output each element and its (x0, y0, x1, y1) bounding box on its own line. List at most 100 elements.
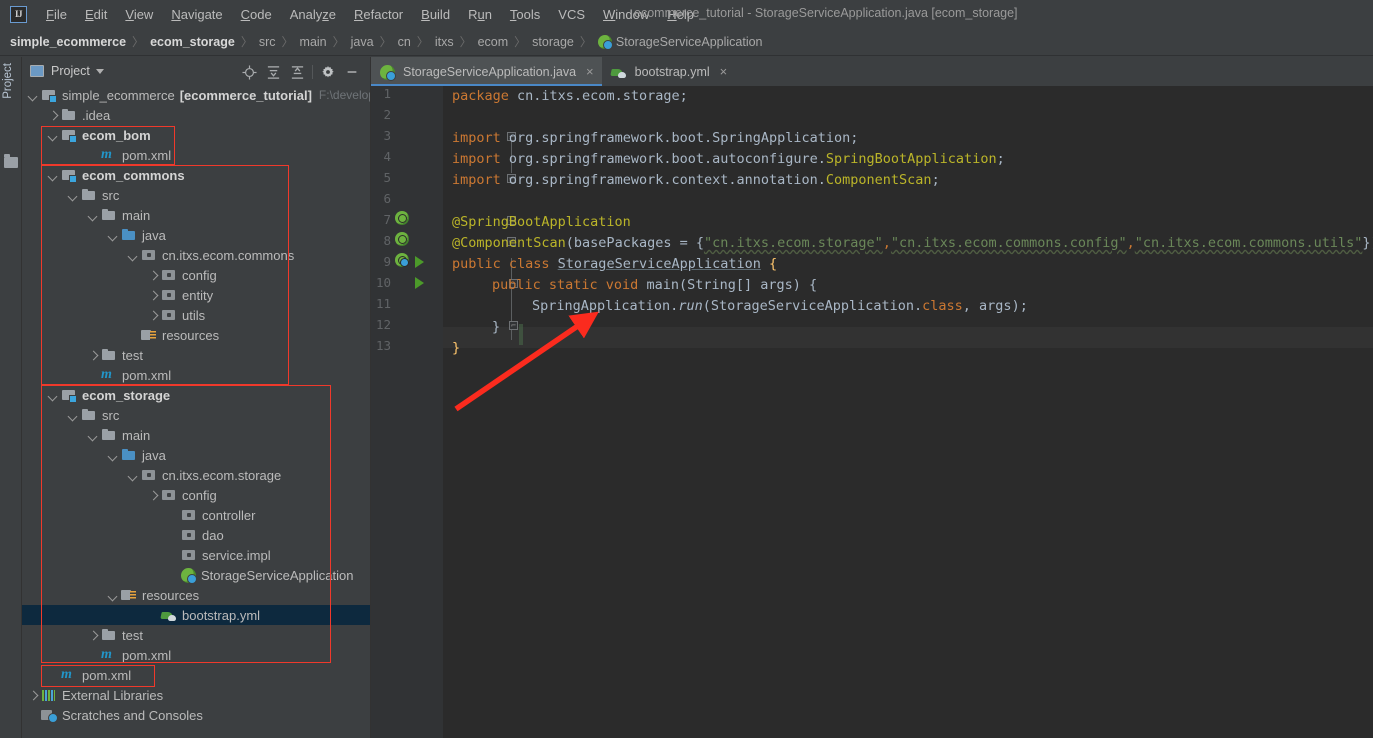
tree-node-src[interactable]: src (22, 405, 370, 425)
breadcrumb-item-main[interactable]: main (300, 35, 327, 49)
tree-node-main[interactable]: main (22, 425, 370, 445)
chevron-right-icon[interactable] (148, 490, 159, 501)
tree-node-ecom-commons[interactable]: ecom_commons (22, 165, 370, 185)
tree-node-external-libraries[interactable]: External Libraries (22, 685, 370, 705)
chevron-down-icon[interactable] (108, 590, 119, 601)
tree-node-bootstrap-yml[interactable]: bootstrap.yml (22, 605, 370, 625)
menu-item-edit[interactable]: Edit (76, 4, 116, 25)
menu-item-run[interactable]: Run (459, 4, 501, 25)
chevron-right-icon[interactable] (88, 350, 99, 361)
menu-item-vcs[interactable]: VCS (549, 4, 594, 25)
breadcrumb-separator: 〉 (411, 33, 435, 50)
tree-node-controller[interactable]: controller (22, 505, 370, 525)
chevron-down-icon[interactable] (108, 230, 119, 241)
tree-node-src[interactable]: src (22, 185, 370, 205)
editor-tab-bootstrap-yml[interactable]: bootstrap.yml× (602, 57, 736, 86)
chevron-down-icon[interactable] (88, 430, 99, 441)
tree-node-java[interactable]: java (22, 445, 370, 465)
menu-item-build[interactable]: Build (412, 4, 459, 25)
menu-item-file[interactable]: File (37, 4, 76, 25)
menu-item-refactor[interactable]: Refactor (345, 4, 412, 25)
breadcrumb-item-storageserviceapplication[interactable]: StorageServiceApplication (616, 35, 763, 49)
tree-node-simple-ecommerce[interactable]: simple_ecommerce[ecommerce_tutorial]F:\d… (22, 85, 370, 105)
menu-item-code[interactable]: Code (232, 4, 281, 25)
tree-node-java[interactable]: java (22, 225, 370, 245)
tree-node-config[interactable]: config (22, 265, 370, 285)
project-tree[interactable]: simple_ecommerce[ecommerce_tutorial]F:\d… (22, 85, 370, 725)
gear-icon[interactable] (316, 62, 340, 82)
menu-item-view[interactable]: View (116, 4, 162, 25)
tree-node-pom-xml[interactable]: mpom.xml (22, 645, 370, 665)
tree-node-config[interactable]: config (22, 485, 370, 505)
tree-node-scratches-and-consoles[interactable]: Scratches and Consoles (22, 705, 370, 725)
tree-node-test[interactable]: test (22, 345, 370, 365)
chevron-down-icon[interactable] (108, 450, 119, 461)
tree-spacer (168, 550, 179, 561)
tree-node-resources[interactable]: resources (22, 585, 370, 605)
breadcrumb-item-cn[interactable]: cn (398, 35, 411, 49)
breadcrumb-item-ecom-storage[interactable]: ecom_storage (150, 35, 235, 49)
code-editor[interactable]: 12345678910111213 − ⌐ − ⌐ − (371, 86, 1373, 738)
tree-node-dao[interactable]: dao (22, 525, 370, 545)
tree-node-entity[interactable]: entity (22, 285, 370, 305)
close-icon[interactable]: × (586, 64, 594, 79)
chevron-down-icon[interactable] (68, 190, 79, 201)
tree-node-pom-xml[interactable]: mpom.xml (22, 145, 370, 165)
locate-icon[interactable] (237, 62, 261, 82)
tree-node-cn-itxs-ecom-commons[interactable]: cn.itxs.ecom.commons (22, 245, 370, 265)
tree-node--idea[interactable]: .idea (22, 105, 370, 125)
chevron-down-icon[interactable] (128, 250, 139, 261)
editor-gutter[interactable]: 12345678910111213 (371, 86, 443, 738)
breadcrumb-item-src[interactable]: src (259, 35, 276, 49)
chevron-right-icon[interactable] (148, 310, 159, 321)
caret-block (519, 324, 523, 345)
tree-node-storageserviceapplication[interactable]: StorageServiceApplication (22, 565, 370, 585)
chevron-down-icon[interactable] (28, 90, 39, 101)
breadcrumb-item-itxs[interactable]: itxs (435, 35, 454, 49)
breadcrumb-item-simple-ecommerce[interactable]: simple_ecommerce (10, 35, 126, 49)
tree-node-label: pom.xml (122, 148, 171, 163)
tool-window-button-project[interactable]: Project (2, 63, 14, 99)
chevron-right-icon[interactable] (28, 690, 39, 701)
collapse-all-icon[interactable] (285, 62, 309, 82)
tree-node-main[interactable]: main (22, 205, 370, 225)
chevron-down-icon[interactable] (48, 130, 59, 141)
expand-all-icon[interactable] (261, 62, 285, 82)
chevron-right-icon[interactable] (148, 270, 159, 281)
tree-node-ecom-storage[interactable]: ecom_storage (22, 385, 370, 405)
tree-node-ecom-bom[interactable]: ecom_bom (22, 125, 370, 145)
chevron-right-icon[interactable] (148, 290, 159, 301)
run-gutter-icon-10[interactable] (415, 277, 424, 289)
chevron-down-icon[interactable] (48, 170, 59, 181)
tree-node-pom-xml[interactable]: mpom.xml (22, 365, 370, 385)
fold-marker-method-end[interactable]: ⌐ (509, 321, 518, 330)
chevron-down-icon[interactable] (128, 470, 139, 481)
tree-node-resources[interactable]: resources (22, 325, 370, 345)
menu-item-tools[interactable]: Tools (501, 4, 549, 25)
breadcrumb-item-ecom[interactable]: ecom (478, 35, 509, 49)
menu-item-navigate[interactable]: Navigate (162, 4, 231, 25)
tree-node-pom-xml[interactable]: mpom.xml (22, 665, 370, 685)
chevron-down-icon[interactable] (88, 210, 99, 221)
run-gutter-icon-9[interactable] (415, 256, 424, 268)
chevron-right-icon[interactable] (48, 110, 59, 121)
close-icon[interactable]: × (720, 64, 728, 79)
code-text[interactable]: − ⌐ − ⌐ − ⌐ package cn.itxs.ecom.storage… (443, 86, 1373, 738)
chevron-down-icon[interactable] (48, 390, 59, 401)
structure-folder-icon[interactable] (4, 157, 18, 168)
spring-bean-gutter-icon-8[interactable] (395, 232, 411, 248)
breadcrumb-item-storage[interactable]: storage (532, 35, 574, 49)
hide-panel-icon[interactable] (340, 62, 364, 82)
editor-tab-storageserviceapplication-java[interactable]: StorageServiceApplication.java× (371, 57, 602, 86)
tree-node-service-impl[interactable]: service.impl (22, 545, 370, 565)
chevron-down-icon[interactable] (68, 410, 79, 421)
spring-bean-gutter-icon-7[interactable] (395, 211, 411, 227)
chevron-right-icon[interactable] (88, 630, 99, 641)
tree-node-cn-itxs-ecom-storage[interactable]: cn.itxs.ecom.storage (22, 465, 370, 485)
tree-node-utils[interactable]: utils (22, 305, 370, 325)
menu-item-analyze[interactable]: Analyze (281, 4, 345, 25)
breadcrumb-item-java[interactable]: java (351, 35, 374, 49)
spring-config-gutter-icon-9[interactable] (395, 253, 411, 269)
chevron-down-icon[interactable] (96, 69, 104, 74)
tree-node-test[interactable]: test (22, 625, 370, 645)
